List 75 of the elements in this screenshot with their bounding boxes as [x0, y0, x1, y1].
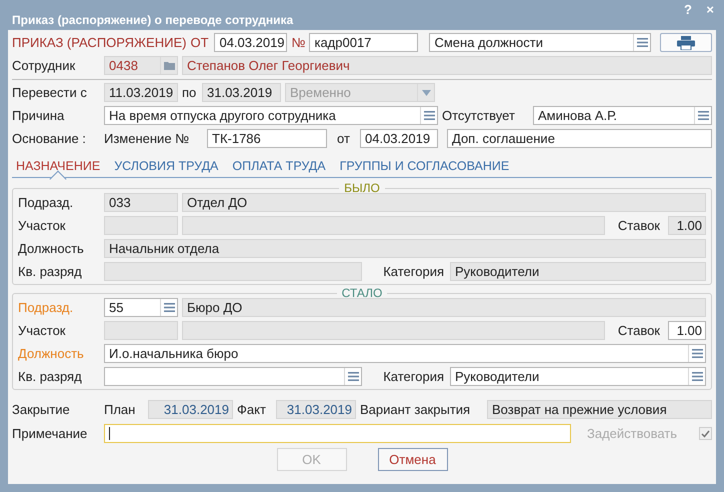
checkbox-label: Задействовать	[587, 426, 678, 441]
field-label: План	[104, 402, 136, 417]
reason-field[interactable]: На время отпуска другого сотрудника	[104, 106, 438, 125]
field-label: Сотрудник	[12, 58, 76, 73]
field-label: Кв. разряд	[18, 264, 83, 279]
number-field[interactable]: кадр0017	[309, 33, 418, 52]
field-label: Должность	[18, 346, 85, 361]
field-label: Участок	[18, 323, 66, 338]
field-label: №	[291, 35, 306, 50]
field-label: Закрытие	[12, 402, 71, 417]
menu-icon[interactable]	[636, 38, 648, 47]
field-label: Вариант закрытия	[360, 402, 472, 417]
plan-date-field: 31.03.2019	[148, 400, 233, 419]
tab[interactable]: ОПЛАТА ТРУДА	[232, 159, 326, 178]
menu-icon[interactable]	[692, 349, 702, 358]
change-number-field[interactable]: ТК-1786	[207, 129, 327, 148]
menu-icon[interactable]	[692, 372, 702, 381]
folder-icon[interactable]	[164, 61, 174, 70]
grade-field[interactable]	[104, 367, 362, 386]
menu-icon[interactable]	[424, 111, 434, 120]
date-field: 31.03.2019	[202, 83, 281, 102]
print-button[interactable]	[660, 33, 712, 52]
category-field: Руководители	[450, 262, 706, 281]
category-field[interactable]: Руководители	[450, 367, 706, 386]
name-field: Отдел ДО	[182, 193, 706, 212]
note-field[interactable]	[104, 424, 571, 443]
fact-date-field: 31.03.2019	[276, 400, 356, 419]
employee-name-field: Степанов Олег Георгиевич	[182, 56, 712, 75]
order-title: ПРИКАЗ (РАСПОРЯЖЕНИЕ)	[12, 35, 186, 50]
position-field[interactable]: И.о.начальника бюро	[104, 344, 706, 363]
field-label: ОТ	[190, 35, 210, 50]
rate-field: 1.00	[668, 216, 706, 235]
window-title: Приказ (распоряжение) о переводе сотрудника	[12, 13, 294, 27]
field-label: Категория	[382, 369, 445, 384]
field-label: Факт	[237, 402, 267, 417]
code-field: 033	[104, 193, 178, 212]
field-label: по	[182, 85, 198, 100]
tab[interactable]: НАЗНАЧЕНИЕ	[16, 159, 100, 178]
field-label: Перевести с	[12, 85, 88, 100]
employee-code-field: 0438	[104, 56, 178, 75]
field-label: Отсутствует	[442, 108, 516, 123]
menu-icon[interactable]	[164, 303, 174, 312]
field-label: Ставок	[616, 323, 661, 338]
field-label: Примечание	[12, 426, 88, 441]
field-label: Подразд.	[18, 300, 74, 315]
field-label: Должность	[18, 241, 85, 256]
date-field[interactable]: 04.03.2019	[214, 33, 288, 52]
rate-field[interactable]: 1.00	[668, 321, 706, 340]
menu-icon[interactable]	[698, 111, 708, 120]
section-legend: СТАЛО	[336, 286, 388, 298]
code-field[interactable]: 55	[104, 298, 178, 317]
field-label: Категория	[382, 264, 445, 279]
field-label: Участок	[18, 218, 66, 233]
closure-variant-field: Возврат на прежние условия	[487, 400, 712, 419]
type-field[interactable]: Смена должности	[429, 33, 651, 52]
field-label: Кв. разряд	[18, 369, 83, 384]
field-label: Причина	[12, 108, 66, 123]
date-field[interactable]: 04.03.2019	[360, 129, 438, 148]
name-field: Бюро ДО	[182, 298, 706, 317]
position-field: Начальник отдела	[104, 239, 706, 258]
date-field: 11.03.2019	[104, 83, 178, 102]
field-label: Основание :	[12, 131, 87, 146]
tab[interactable]: ГРУППЫ И СОГЛАСОВАНИЕ	[340, 159, 510, 178]
field-label: от	[336, 131, 351, 146]
field-label: Подразд.	[18, 195, 74, 210]
dialog-button[interactable]: Отмена	[378, 448, 448, 471]
absent-field[interactable]: Аминова А.Р.	[533, 106, 712, 125]
menu-icon[interactable]	[348, 372, 358, 381]
document-field[interactable]: Доп. соглашение	[447, 129, 712, 148]
tab[interactable]: УСЛОВИЯ ТРУДА	[114, 159, 218, 178]
field-label: Изменение №	[104, 131, 190, 146]
printer-icon	[677, 36, 695, 50]
section-legend: БЫЛО	[339, 181, 385, 193]
caret-icon	[422, 90, 430, 96]
field-label: Ставок	[616, 218, 661, 233]
